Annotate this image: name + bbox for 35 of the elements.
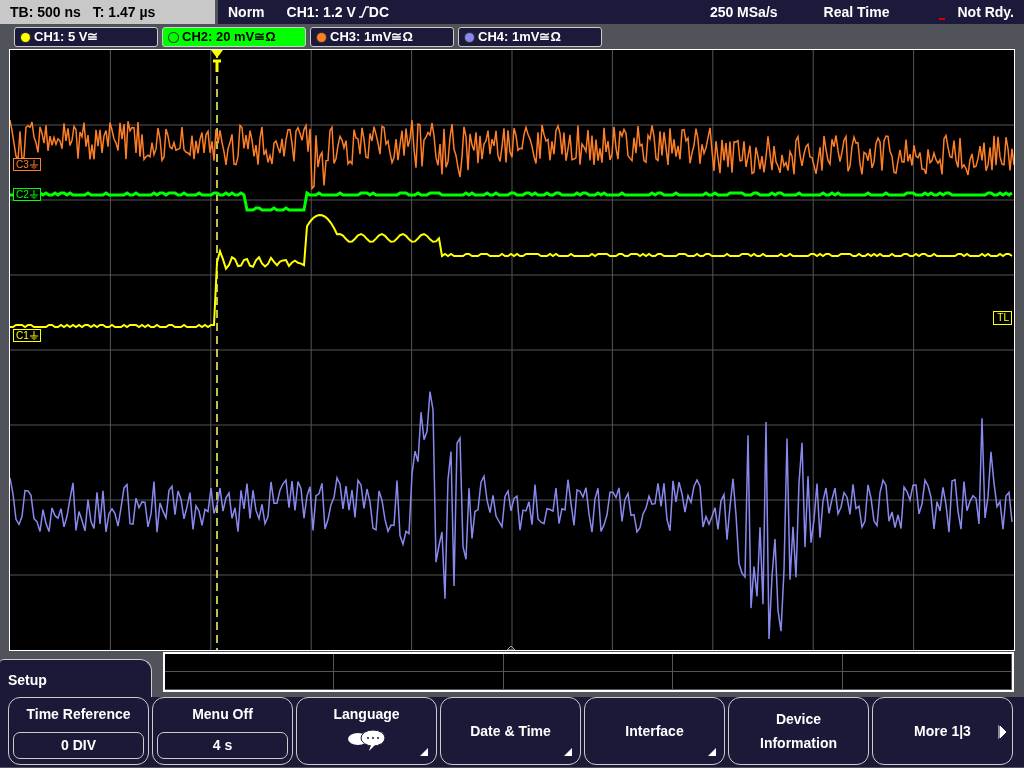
trigger-source-label: CH1: 1.2 V (286, 2, 356, 22)
channel-tab[interactable]: CH4: 1mV≅Ω (458, 27, 602, 47)
menu-button[interactable]: Interface (584, 697, 725, 765)
ground-icon (29, 160, 38, 169)
trigger-mode-label: Norm (228, 2, 265, 22)
next-page-icon (998, 725, 1006, 739)
menu-button-label: Menu Off (192, 705, 253, 724)
channel-tab-label: CH4: 1mV≅Ω (478, 28, 561, 47)
acquisition-state-label: Not Rdy. (957, 2, 1014, 22)
ground-icon (29, 190, 38, 199)
channel-tab[interactable]: CH2: 20 mV≅Ω (162, 27, 306, 47)
rising-edge-icon (358, 6, 369, 18)
sample-rate-label: 250 MSa/s (709, 2, 778, 22)
channel-marker[interactable]: C2 (13, 188, 41, 201)
menu-button[interactable]: Date & Time (440, 697, 581, 765)
coupling-label: DC (368, 2, 390, 22)
menu-button[interactable]: Language (296, 697, 437, 765)
channel-tab-label: CH1: 5 V≅ (34, 28, 99, 47)
channel-tab-label: CH2: 20 mV≅Ω (182, 28, 276, 47)
value-button[interactable]: 4 s (157, 732, 288, 759)
menu-button[interactable]: Device Information (728, 697, 869, 765)
channel-marker[interactable]: C3 (13, 158, 41, 171)
channel-tab-label: CH3: 1mV≅Ω (330, 28, 413, 47)
channel-tab[interactable]: CH3: 1mV≅Ω (310, 27, 454, 47)
trigger-position-icon (211, 50, 223, 72)
speech-bubbles-icon (347, 729, 386, 751)
acquisition-mode-label: Real Time (823, 2, 890, 22)
ground-icon (29, 331, 38, 340)
menu-button[interactable]: More 1|3 (872, 697, 1013, 765)
value-button[interactable]: 0 DIV (13, 732, 144, 759)
timebase-label: TB: 500 ns (10, 2, 81, 22)
channel-tab[interactable]: CH1: 5 V≅ (14, 27, 158, 47)
channel-marker[interactable]: C1 (13, 329, 41, 342)
trigger-level-marker[interactable]: TL (993, 311, 1012, 325)
trigger-time-label: T: 1.47 µs (92, 2, 156, 22)
